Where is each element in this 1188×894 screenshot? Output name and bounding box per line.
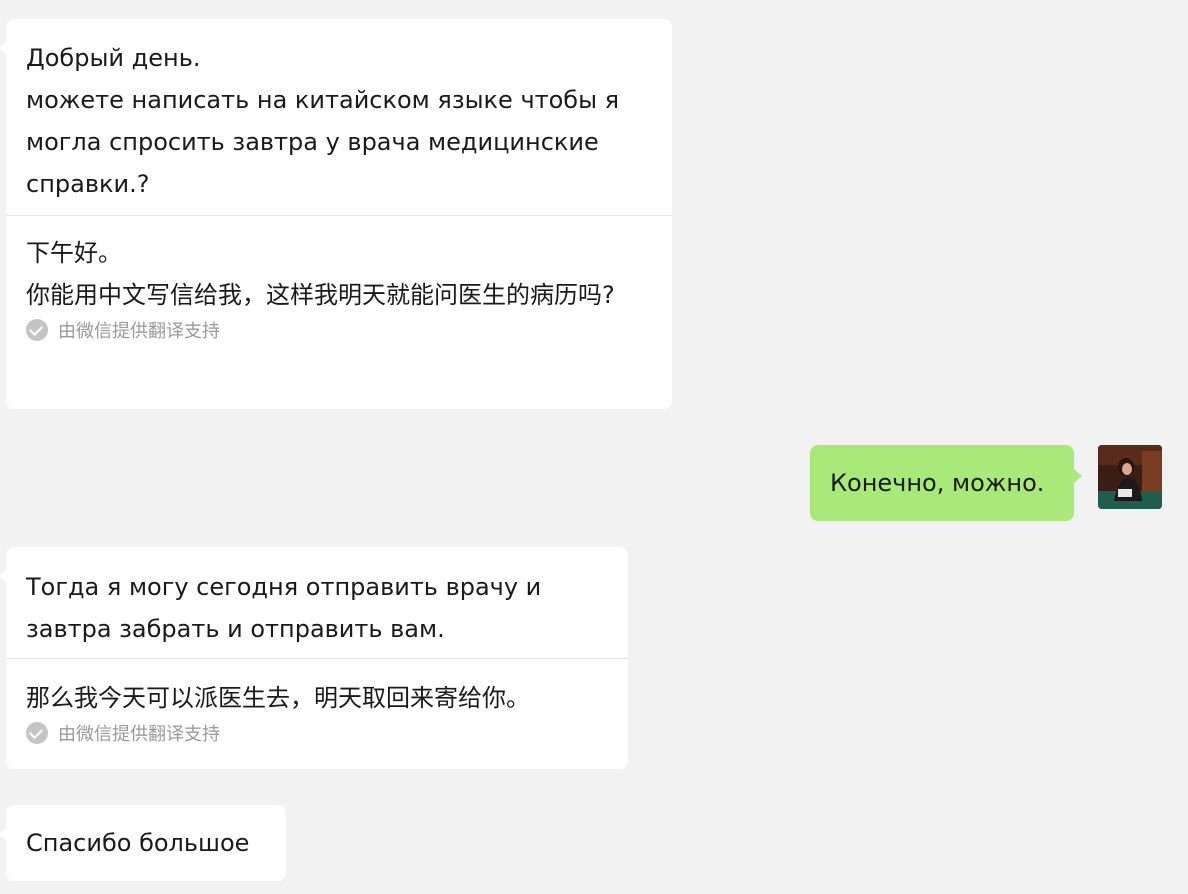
message-bubble-outgoing[interactable]: Конечно, можно. xyxy=(810,445,1082,521)
message-text: Спасибо большое xyxy=(26,829,250,857)
translation-credit-label: 由微信提供翻译支持 xyxy=(58,321,220,342)
user-avatar[interactable] xyxy=(1098,445,1162,509)
message-translation-text: 下午好。 你能用中文写信给我，这样我明天就能问医生的病历吗? xyxy=(26,239,615,309)
translation-credit: 由微信提供翻译支持 xyxy=(6,719,628,747)
message-bubble-incoming[interactable]: Добрый день. можете написать на китайско… xyxy=(0,19,672,409)
translation-credit-label: 由微信提供翻译支持 xyxy=(58,724,220,745)
avatar-image xyxy=(1098,445,1162,509)
message-original-text: Тогда я могу сегодня отправить врачу и з… xyxy=(26,573,542,643)
translation-credit: 由微信提供翻译支持 xyxy=(6,316,672,344)
message-original-text: Добрый день. можете написать на китайско… xyxy=(26,44,620,198)
check-circle-icon xyxy=(26,722,48,744)
message-translation-text: 那么我今天可以派医生去，明天取回来寄给你。 xyxy=(26,684,530,712)
message-text: Конечно, можно. xyxy=(830,469,1045,497)
check-circle-icon xyxy=(26,319,48,341)
message-bubble-incoming[interactable]: Спасибо большое xyxy=(0,805,286,881)
message-bubble-incoming[interactable]: Тогда я могу сегодня отправить врачу и з… xyxy=(0,547,628,769)
